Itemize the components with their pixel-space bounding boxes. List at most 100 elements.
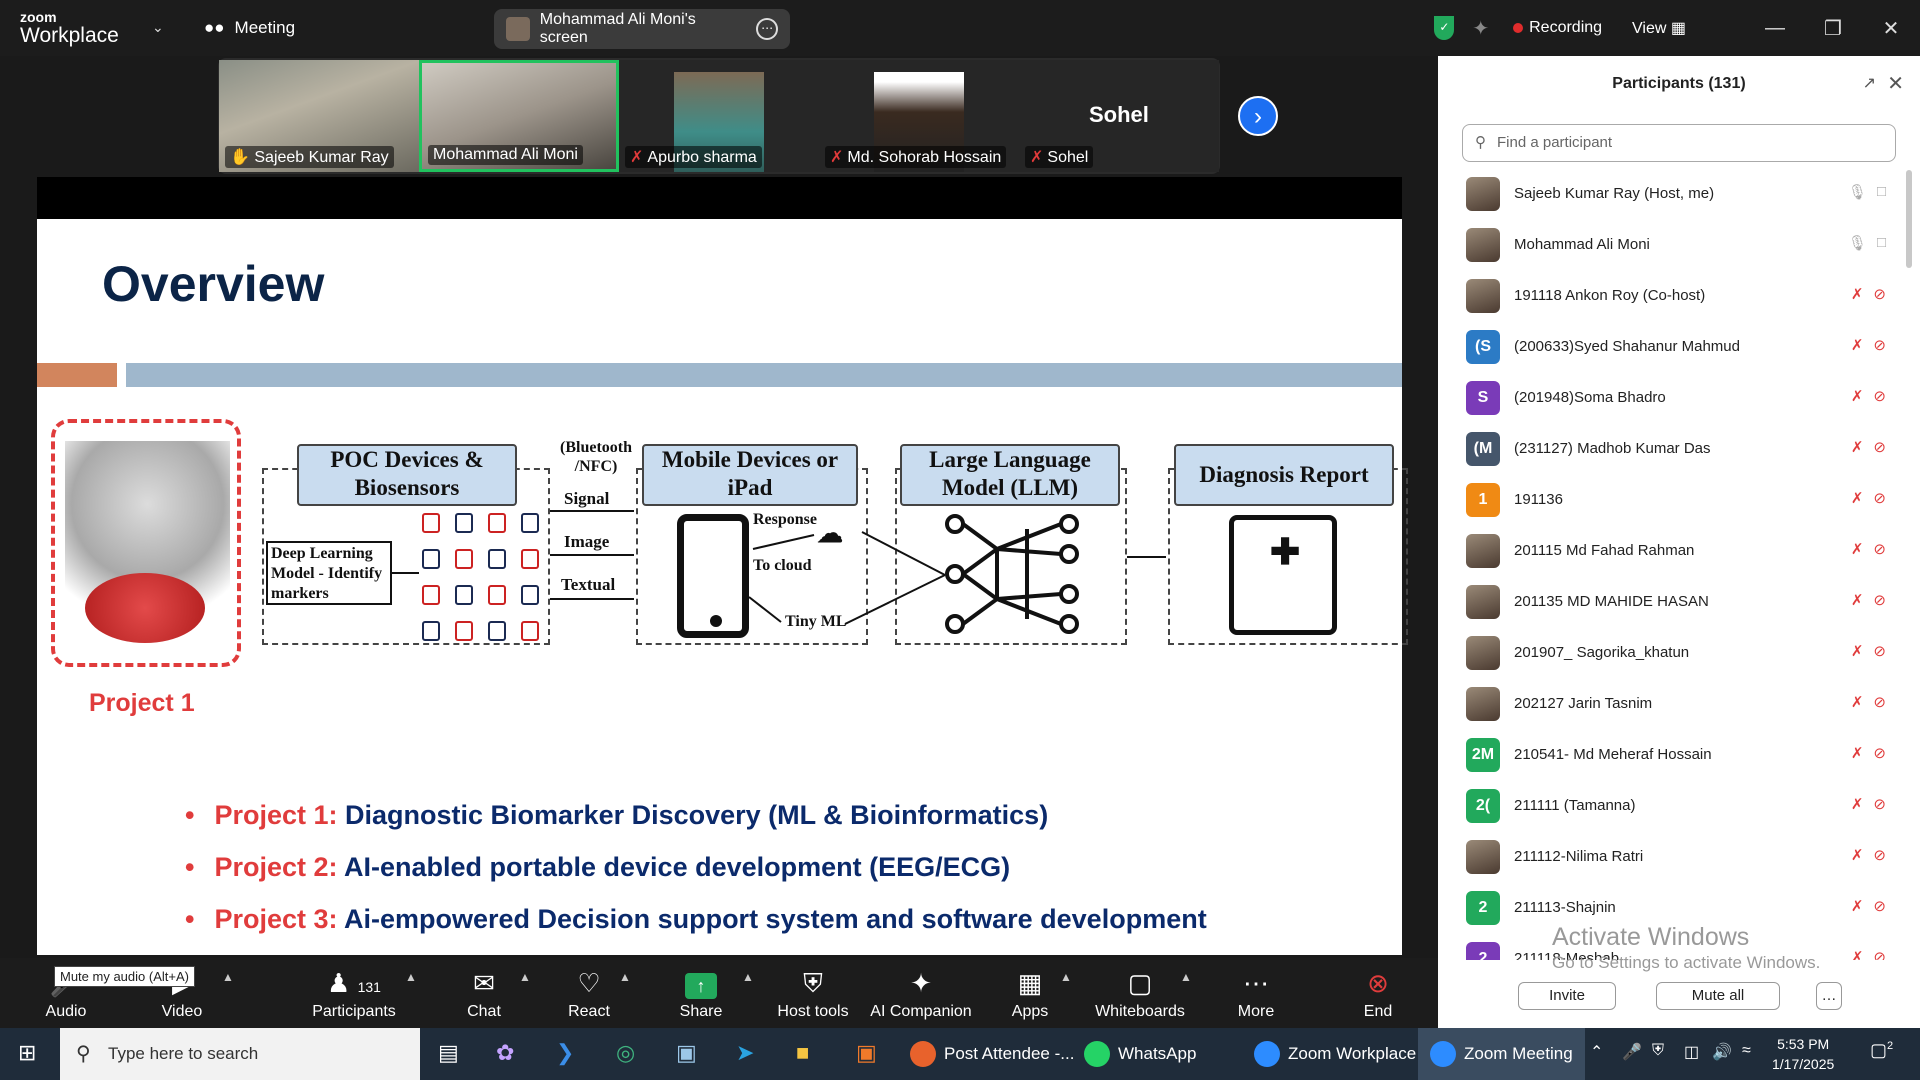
end-button[interactable]: ⊗ End [1348, 958, 1408, 1028]
participant-row[interactable]: 201115 Md Fahad Rahman ✗ ⊘ [1438, 525, 1908, 576]
more-options-icon[interactable]: ⋯ [756, 18, 778, 40]
task-view-icon[interactable]: ▤ [438, 1040, 459, 1066]
next-page-button[interactable]: › [1238, 96, 1278, 136]
video-tile[interactable]: ✋ Sajeeb Kumar Ray [219, 60, 419, 172]
windows-start-icon[interactable]: ⊞ [18, 1040, 36, 1066]
camera-off-icon[interactable]: ⊘ [1873, 948, 1886, 960]
participants-button[interactable]: ♟ 131 Participants [294, 958, 414, 1028]
meeting-info-button[interactable]: ●● Meeting [204, 18, 295, 38]
mic-muted-icon[interactable]: ✗ [1851, 438, 1864, 456]
camera-off-icon[interactable]: ⊘ [1873, 846, 1886, 864]
camera-off-icon[interactable]: ⊘ [1873, 285, 1886, 303]
ai-companion-button[interactable]: ✦ AI Companion [866, 958, 976, 1028]
camera-off-icon[interactable]: ⊘ [1873, 897, 1886, 915]
whiteboards-button[interactable]: ▢ Whiteboards [1092, 958, 1188, 1028]
chat-options-caret[interactable]: ▲ [519, 970, 531, 984]
speaker-icon[interactable]: 🔊 [1712, 1042, 1732, 1062]
video-tile[interactable]: Sohel ✗ Sohel [1019, 60, 1219, 172]
video-tile-active-speaker[interactable]: Mohammad Ali Moni [419, 60, 619, 172]
participant-list[interactable]: Sajeeb Kumar Ray (Host, me) 🎙 □ Mohammad Al… [1438, 168, 1908, 960]
participant-row[interactable]: 202127 Jarin Tasnim ✗ ⊘ [1438, 678, 1908, 729]
taskbar-app-zoom-workplace[interactable]: Zoom Workplace [1254, 1028, 1416, 1080]
share-button[interactable]: ↑ Share [661, 958, 741, 1028]
mic-muted-icon[interactable]: ✗ [1851, 846, 1864, 864]
camera-off-icon[interactable]: ⊘ [1873, 693, 1886, 711]
mic-muted-icon[interactable]: ✗ [1851, 591, 1864, 609]
mic-muted-icon[interactable]: ✗ [1851, 948, 1864, 960]
camera-off-icon[interactable]: ⊘ [1873, 489, 1886, 507]
mic-muted-icon[interactable]: ✗ [1851, 540, 1864, 558]
recording-indicator[interactable]: Recording [1529, 19, 1602, 37]
mic-muted-icon[interactable]: ✗ [1851, 795, 1864, 813]
notification-icon[interactable]: ▢2 [1870, 1040, 1893, 1061]
notes-app-icon[interactable]: ▣ [676, 1040, 697, 1066]
taskbar-clock[interactable]: 5:53 PM 1/17/2025 [1772, 1034, 1834, 1074]
microphone-icon[interactable]: 🎙 [1848, 234, 1867, 252]
security-tray-icon[interactable]: ⛨ [1652, 1042, 1664, 1060]
mic-muted-icon[interactable]: ✗ [1851, 642, 1864, 660]
invite-button[interactable]: Invite [1518, 982, 1616, 1010]
camera-icon[interactable]: □ [1877, 183, 1886, 201]
apps-options-caret[interactable]: ▲ [1060, 970, 1072, 984]
participant-row[interactable]: 2M 210541- Md Meheraf Hossain ✗ ⊘ [1438, 729, 1908, 780]
taskbar-app-zoom-meeting[interactable]: Zoom Meeting [1418, 1028, 1585, 1080]
view-button[interactable]: View ▦ [1632, 18, 1686, 38]
react-button[interactable]: ♡ React [549, 958, 629, 1028]
chevron-down-icon[interactable]: ⌄ [152, 19, 164, 36]
participant-row[interactable]: 211112-Nilima Ratri ✗ ⊘ [1438, 831, 1908, 882]
camera-off-icon[interactable]: ⊘ [1873, 744, 1886, 762]
mic-muted-icon[interactable]: ✗ [1851, 744, 1864, 762]
pdf-app-icon[interactable]: ▣ [856, 1040, 877, 1066]
vscode-icon[interactable]: ❯ [556, 1040, 574, 1066]
participants-options-caret[interactable]: ▲ [405, 970, 417, 984]
scrollbar[interactable] [1906, 170, 1912, 268]
camera-off-icon[interactable]: ⊘ [1873, 795, 1886, 813]
host-tools-button[interactable]: ⛨ Host tools [773, 958, 853, 1028]
participant-row[interactable]: (M (231127) Madhob Kumar Das ✗ ⊘ [1438, 423, 1908, 474]
participant-row[interactable]: 1 191136 ✗ ⊘ [1438, 474, 1908, 525]
participant-row[interactable]: Sajeeb Kumar Ray (Host, me) 🎙 □ [1438, 168, 1908, 219]
video-tile[interactable]: ✗ Md. Sohorab Hossain [819, 60, 1019, 172]
taskbar-app-firefox[interactable]: Post Attendee -... [910, 1028, 1074, 1080]
whiteboards-options-caret[interactable]: ▲ [1180, 970, 1192, 984]
close-icon[interactable]: ✕ [1887, 56, 1904, 112]
camera-off-icon[interactable]: ⊘ [1873, 387, 1886, 405]
video-tile[interactable]: ✗ Apurbo sharma [619, 60, 819, 172]
share-options-caret[interactable]: ▲ [742, 970, 754, 984]
participant-row[interactable]: Mohammad Ali Moni 🎙 □ [1438, 219, 1908, 270]
more-options-button[interactable]: … [1816, 982, 1842, 1010]
microphone-tray-icon[interactable]: 🎤 [1622, 1042, 1642, 1062]
mute-all-button[interactable]: Mute all [1656, 982, 1780, 1010]
mic-muted-icon[interactable]: ✗ [1851, 489, 1864, 507]
restore-icon[interactable]: ❐ [1804, 16, 1862, 41]
camera-icon[interactable]: □ [1877, 234, 1886, 252]
copilot-icon[interactable]: ✿ [496, 1040, 514, 1066]
participant-row[interactable]: S (201948)Soma Bhadro ✗ ⊘ [1438, 372, 1908, 423]
camera-off-icon[interactable]: ⊘ [1873, 642, 1886, 660]
taskbar-search-input[interactable]: ⚲ Type here to search [60, 1028, 420, 1080]
apps-button[interactable]: ▦ Apps [1000, 958, 1060, 1028]
file-explorer-icon[interactable]: ■ [796, 1040, 809, 1066]
camera-off-icon[interactable]: ⊘ [1873, 438, 1886, 456]
camera-off-icon[interactable]: ⊘ [1873, 336, 1886, 354]
react-options-caret[interactable]: ▲ [619, 970, 631, 984]
participant-row[interactable]: (S (200633)Syed Shahanur Mahmud ✗ ⊘ [1438, 321, 1908, 372]
chat-button[interactable]: ✉ Chat [444, 958, 524, 1028]
edge-icon[interactable]: ◎ [616, 1040, 635, 1066]
close-icon[interactable]: ✕ [1862, 16, 1920, 41]
participant-row[interactable]: 2(211111 (Tamanna) ✗ ⊘ [1438, 780, 1908, 831]
pop-out-icon[interactable]: ↗ [1863, 56, 1876, 112]
mic-muted-icon[interactable]: ✗ [1851, 387, 1864, 405]
security-shield-icon[interactable]: ✓ [1434, 16, 1455, 40]
screen-share-indicator[interactable]: Mohammad Ali Moni's screen ⋯ [494, 9, 790, 49]
battery-icon[interactable]: ◫ [1684, 1042, 1699, 1062]
minimize-icon[interactable]: — [1746, 17, 1804, 40]
ai-sparkle-icon[interactable]: ✦ [1472, 16, 1489, 41]
mic-muted-icon[interactable]: ✗ [1851, 336, 1864, 354]
mic-muted-icon[interactable]: ✗ [1851, 897, 1864, 915]
participant-row[interactable]: 191118 Ankon Roy (Co-host) ✗ ⊘ [1438, 270, 1908, 321]
search-input[interactable]: ⚲ Find a participant [1462, 124, 1896, 162]
taskbar-app-whatsapp[interactable]: WhatsApp [1084, 1028, 1196, 1080]
mic-muted-icon[interactable]: ✗ [1851, 693, 1864, 711]
microphone-icon[interactable]: 🎙 [1848, 183, 1867, 201]
